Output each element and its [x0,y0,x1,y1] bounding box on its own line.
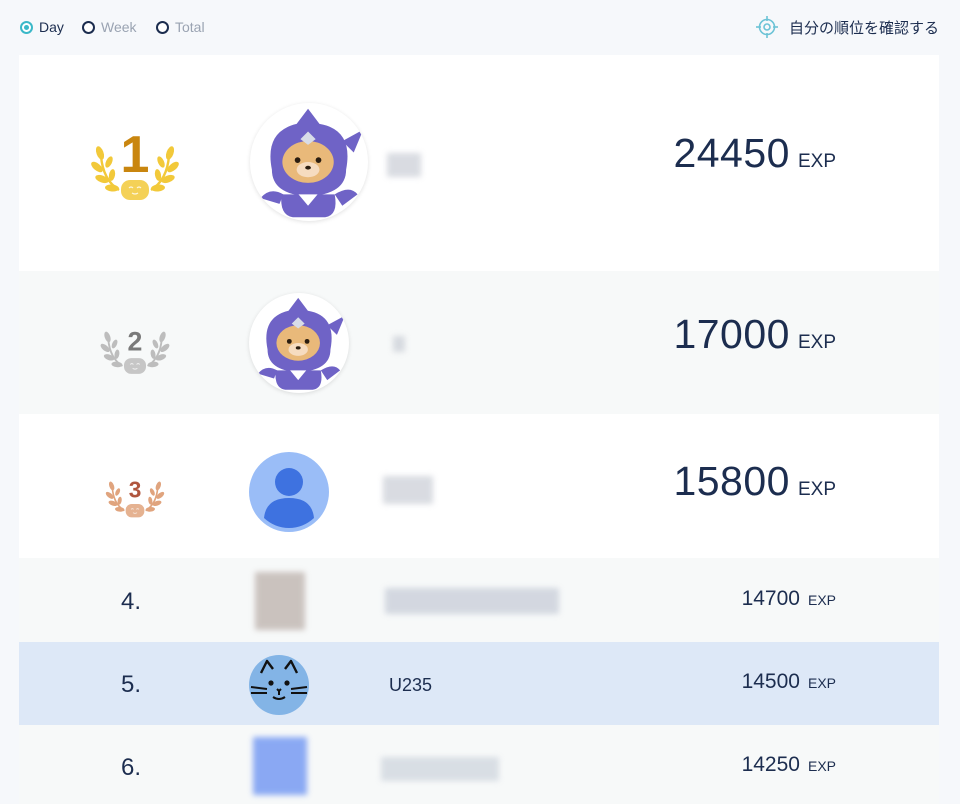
check-my-rank-label: 自分の順位を確認する [788,19,939,37]
silver-medal-icon: 2 [95,311,175,377]
score-value: 14250 [741,753,800,776]
rank-number: 5. [121,671,142,698]
score-unit: EXP [797,151,836,172]
radio-selected-icon[interactable] [20,20,33,34]
avatar[interactable] [253,737,307,795]
avatar[interactable] [255,572,305,630]
filter-day[interactable]: Day [20,19,64,35]
score-unit: EXP [807,758,836,774]
score-value: 17000 [673,311,790,357]
score-unit: EXP [797,332,836,353]
avatar[interactable] [249,293,349,393]
blurred-username [381,757,499,781]
filter-total-label: Total [175,19,205,35]
score: 14500 EXP [742,670,836,694]
score-unit: EXP [807,675,836,691]
score-value: 14500 [741,670,800,693]
user-silhouette-icon [264,468,314,528]
score: 15800 EXP [673,458,836,505]
radio-unselected-icon[interactable] [156,20,169,34]
score: 24450 EXP [673,130,836,177]
score: 17000 EXP [673,311,836,358]
ninja-bear-mascot-icon [260,108,364,218]
gold-medal-icon: 1 [88,120,182,210]
bronze-medal-icon: 3 [103,464,167,520]
score-value: 24450 [673,130,790,176]
score: 14700 EXP [742,587,836,611]
avatar[interactable] [250,103,368,221]
check-my-rank-button[interactable]: 自分の順位を確認する [755,15,939,39]
score-value: 14700 [741,587,800,610]
ranking-row-3[interactable]: 3 15800 EXP [19,414,939,558]
blurred-username [385,588,559,614]
medal-rank-3: 3 [129,476,142,502]
ranking-row-4[interactable]: 4. 14700 EXP [19,558,939,642]
score-value: 15800 [673,458,790,504]
ranking-row-1[interactable]: 1 24450 EXP [19,55,939,271]
filter-day-label: Day [39,19,64,35]
ranking-row-5[interactable]: 5. U235 14500 EXP [19,642,939,725]
medal-rank-1: 1 [121,126,150,184]
score-unit: EXP [797,479,836,500]
filter-week-label: Week [101,19,137,35]
crosshair-target-icon [755,16,778,38]
medal-rank-2: 2 [128,326,143,356]
blurred-username [387,153,421,177]
ranking-row-6[interactable]: 6. 14250 EXP [19,725,939,804]
top-bar: Day Week Total 自分の順位を確認する [0,0,960,55]
ranking-row-2[interactable]: 2 17000 EXP [19,271,939,414]
rank-number: 4. [121,588,142,615]
filter-week[interactable]: Week [82,19,137,35]
radio-unselected-icon[interactable] [82,20,95,34]
blurred-username [393,336,405,352]
avatar[interactable] [249,655,309,715]
ninja-bear-mascot-icon [257,297,345,390]
avatar[interactable] [249,452,329,532]
score-unit: EXP [807,592,836,608]
rank-number: 6. [121,754,142,781]
username: U235 [389,675,433,695]
blurred-username [383,476,433,504]
cat-face-icon [250,659,308,700]
score: 14250 EXP [742,753,836,777]
filter-total[interactable]: Total [156,19,205,35]
